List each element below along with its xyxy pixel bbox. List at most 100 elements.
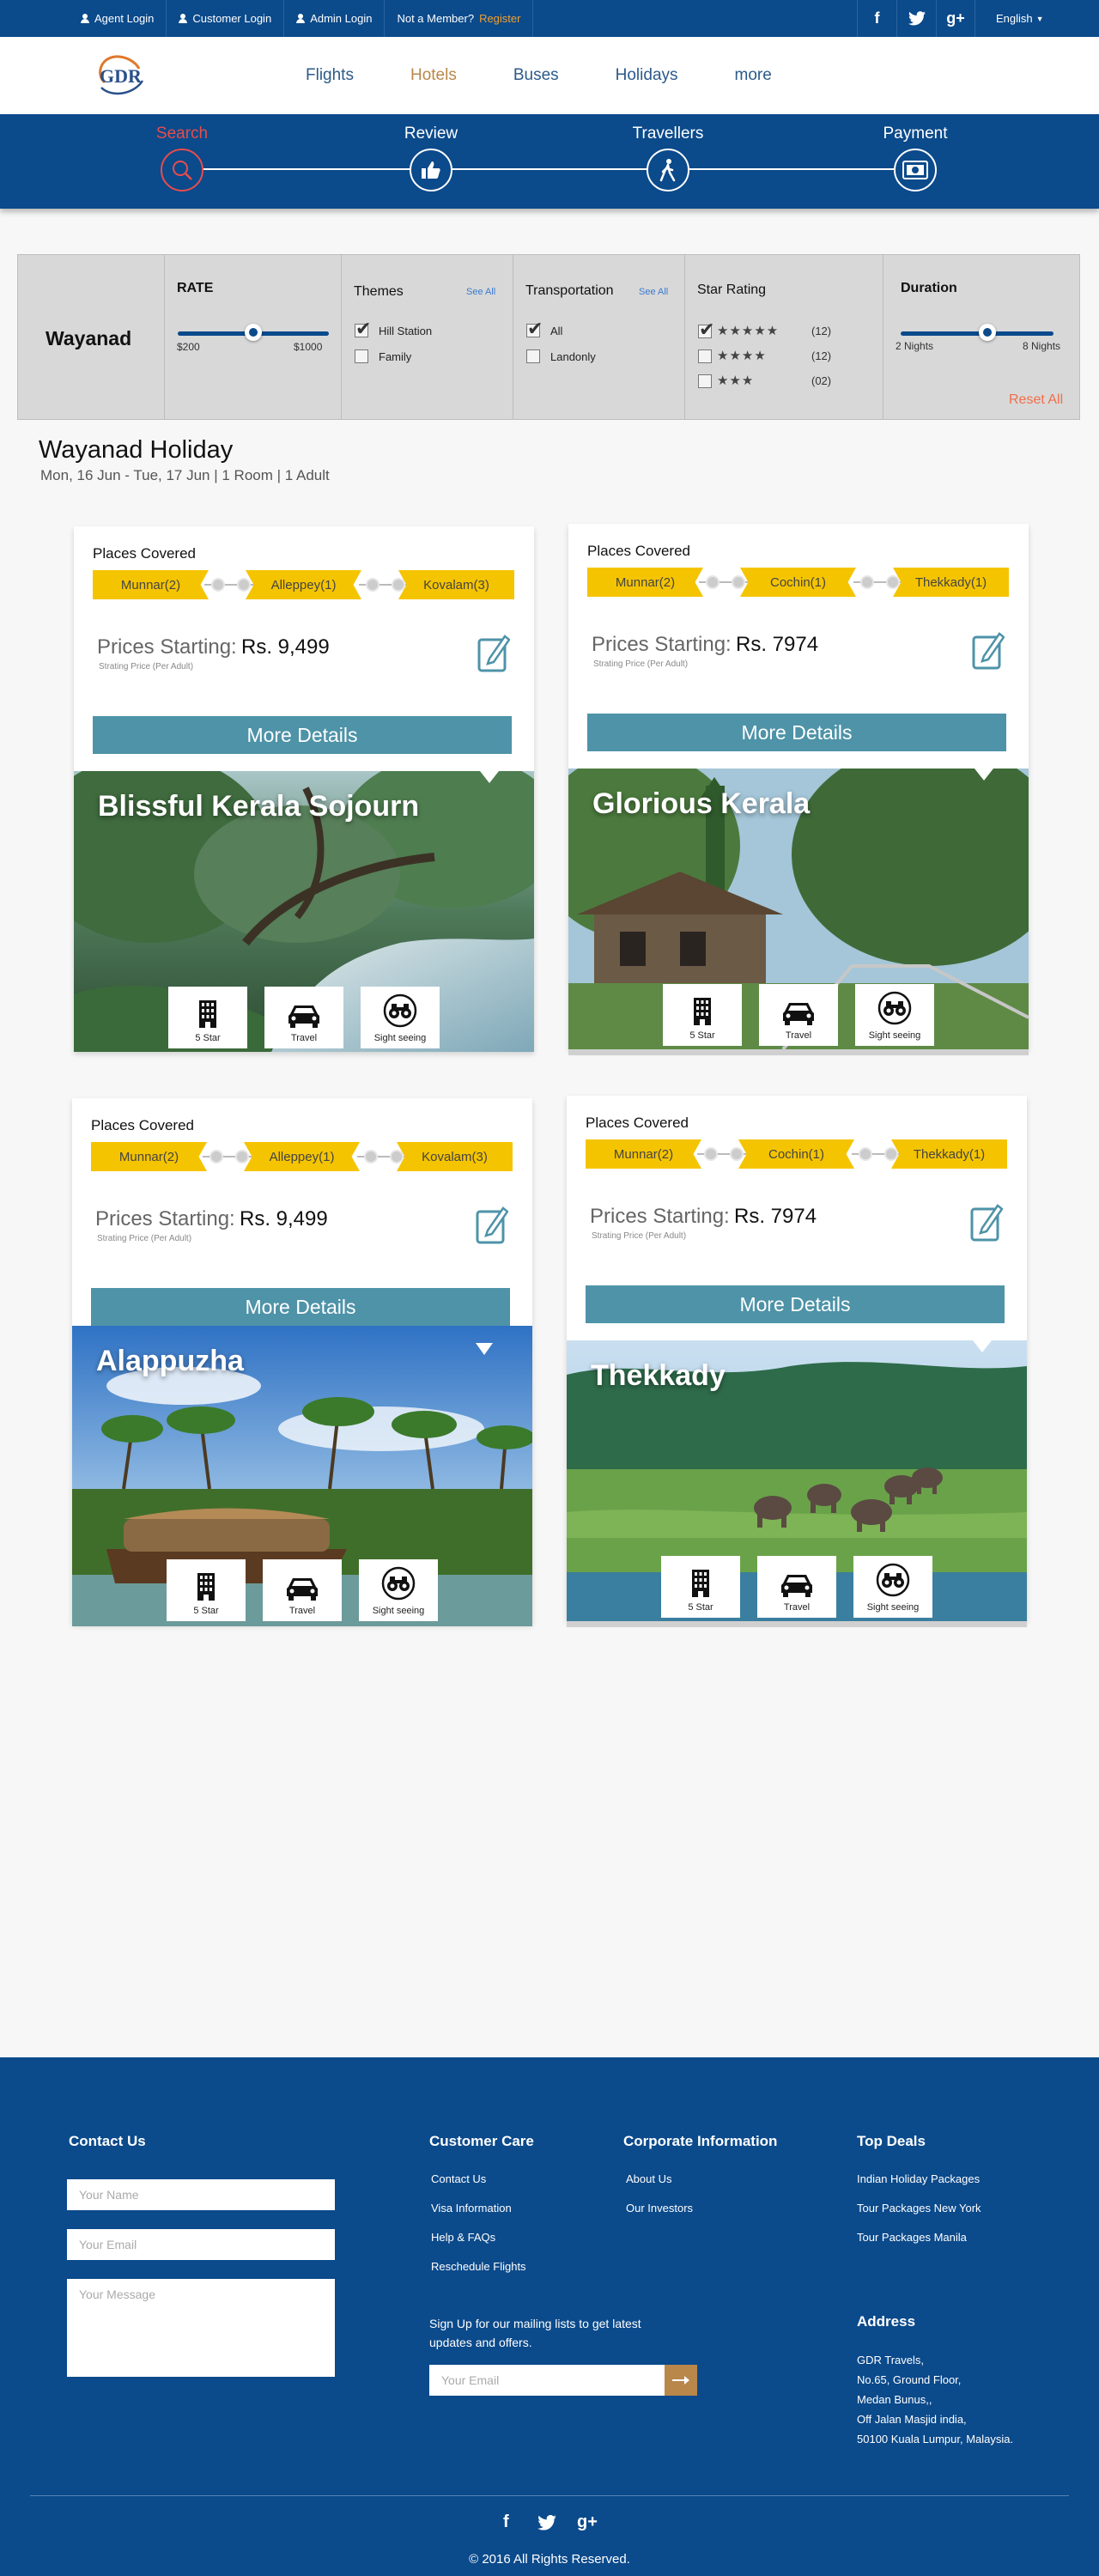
package-photo[interactable]: Blissful Kerala Sojourn 5 Star Travel Si… — [74, 771, 534, 1052]
themes-see-all-link[interactable]: See All — [466, 287, 495, 297]
price-note: Strating Price (Per Adult) — [592, 1231, 687, 1241]
page-title: Wayanad Holiday — [39, 436, 234, 464]
facebook-icon[interactable]: f — [857, 0, 896, 37]
theme-family-checkbox[interactable] — [355, 349, 368, 363]
login-links: Agent Login Customer Login Admin Login N… — [69, 0, 534, 37]
building-icon — [199, 1000, 216, 1028]
more-details-button[interactable]: More Details — [587, 714, 1006, 751]
nav-buses[interactable]: Buses — [513, 37, 559, 114]
star-5-checkbox[interactable] — [698, 319, 714, 341]
route-dot — [392, 578, 405, 592]
address-line: Off Jalan Masjid india, — [857, 2413, 967, 2426]
register-link[interactable]: Register — [479, 12, 520, 25]
gdr-logo[interactable]: GDR — [93, 50, 149, 100]
place-tag: Cochin(1) — [740, 568, 856, 597]
feature-travel: Travel — [759, 984, 838, 1046]
package-price: Rs. 7974 — [736, 633, 819, 656]
more-details-button[interactable]: More Details — [586, 1285, 1005, 1323]
feature-label: Sight seeing — [868, 1030, 921, 1041]
agent-login-link[interactable]: Agent Login — [69, 0, 167, 37]
filter-transportation: Transportation See All All Landonly — [513, 255, 685, 419]
more-details-button[interactable]: More Details — [91, 1288, 510, 1326]
edit-icon[interactable] — [476, 1205, 509, 1244]
rate-slider-handle[interactable] — [245, 324, 262, 341]
filter-location: Wayanad — [18, 255, 165, 419]
duration-slider-track[interactable] — [901, 331, 1053, 336]
footer-divider — [30, 2495, 1069, 2496]
nav-hotels[interactable]: Hotels — [410, 37, 457, 114]
place-tag: Thekkady(1) — [891, 1139, 1007, 1169]
place-tag: Cochin(1) — [738, 1139, 854, 1169]
step-search[interactable]: Search — [131, 125, 234, 191]
step-travellers[interactable]: Travellers — [616, 125, 720, 191]
reset-all-link[interactable]: Reset All — [1009, 392, 1063, 408]
language-select[interactable]: English ▼ — [996, 0, 1044, 37]
route-tags: Munnar(2) Cochin(1) Thekkady(1) — [587, 568, 1009, 597]
package-photo[interactable]: Alappuzha 5 Star Travel Sight seeing — [72, 1326, 532, 1626]
walking-person-icon — [647, 149, 689, 191]
filter-panel: Wayanad RATE $200 $1000 Themes See All H… — [17, 254, 1080, 420]
address-line: No.65, Ground Floor, — [857, 2373, 962, 2386]
admin-login-link[interactable]: Admin Login — [284, 0, 386, 37]
footer-link[interactable]: About Us — [626, 2172, 671, 2185]
duration-slider-handle[interactable] — [979, 324, 997, 341]
step-review[interactable]: Review — [379, 125, 483, 191]
edit-icon[interactable] — [970, 1202, 1004, 1242]
route-dot — [859, 1147, 872, 1161]
twitter-icon[interactable] — [537, 2514, 556, 2536]
contact-name-input[interactable]: Your Name — [67, 2179, 335, 2210]
google-plus-icon[interactable]: g+ — [577, 2512, 598, 2532]
route-dot — [390, 1150, 404, 1163]
footer-link[interactable]: Reschedule Flights — [431, 2260, 526, 2273]
feature-hotel: 5 Star — [167, 1559, 246, 1621]
footer-link[interactable]: Visa Information — [431, 2202, 512, 2215]
edit-icon[interactable] — [477, 633, 511, 672]
prices-starting-label: Prices Starting: — [97, 635, 237, 659]
contact-email-input[interactable]: Your Email — [67, 2229, 335, 2260]
customer-login-link[interactable]: Customer Login — [167, 0, 285, 37]
package-photo[interactable]: Glorious Kerala 5 Star Travel Sight seei… — [568, 769, 1029, 1049]
feature-label: 5 Star — [688, 1602, 713, 1613]
nav-more[interactable]: more — [735, 37, 772, 114]
prices-starting-label: Prices Starting: — [590, 1205, 730, 1228]
feature-sightseeing: Sight seeing — [361, 987, 440, 1048]
address-line: GDR Travels, — [857, 2354, 925, 2366]
price-note: Strating Price (Per Adult) — [593, 659, 689, 669]
transport-all-checkbox[interactable] — [526, 318, 543, 340]
edit-icon[interactable] — [972, 630, 1005, 670]
star-4-checkbox[interactable] — [698, 349, 712, 363]
filter-themes: Themes See All Hill Station Family — [342, 255, 513, 419]
step-payment[interactable]: Payment — [864, 125, 967, 191]
footer-link[interactable]: Our Investors — [626, 2202, 693, 2215]
card-shadow-bar — [568, 1049, 1029, 1055]
package-photo[interactable]: Thekkady 5 Star Travel Sight seeing — [567, 1340, 1027, 1621]
feature-sightseeing: Sight seeing — [853, 1556, 932, 1618]
newsletter-submit-button[interactable] — [665, 2365, 697, 2396]
footer-link[interactable]: Tour Packages New York — [857, 2202, 981, 2215]
twitter-icon[interactable] — [896, 0, 936, 37]
footer-link[interactable]: Help & FAQs — [431, 2231, 495, 2244]
route-dot — [237, 578, 251, 592]
contact-message-input[interactable]: Your Message — [67, 2279, 335, 2377]
footer-link[interactable]: Tour Packages Manila — [857, 2231, 967, 2244]
nav-holidays[interactable]: Holidays — [616, 37, 678, 114]
transport-see-all-link[interactable]: See All — [639, 287, 668, 297]
footer-link[interactable]: Contact Us — [431, 2172, 486, 2185]
car-icon — [783, 1003, 814, 1025]
star-3-checkbox[interactable] — [698, 374, 712, 388]
facebook-icon[interactable]: f — [503, 2512, 509, 2532]
footer-link[interactable]: Indian Holiday Packages — [857, 2172, 980, 2185]
top-social: f g+ — [857, 0, 975, 37]
google-plus-icon[interactable]: g+ — [936, 0, 975, 37]
transport-landonly-checkbox[interactable] — [526, 349, 540, 363]
nav-flights[interactable]: Flights — [306, 37, 354, 114]
more-details-button[interactable]: More Details — [93, 716, 512, 754]
address-line: Medan Bunus,, — [857, 2393, 932, 2406]
building-icon — [692, 1570, 709, 1597]
newsletter-email-input[interactable]: Your Email — [429, 2365, 665, 2396]
footer-address-title: Address — [857, 2313, 916, 2330]
footer-deals-title: Top Deals — [857, 2133, 926, 2149]
dropdown-arrow-icon[interactable] — [476, 1343, 493, 1355]
theme-hill-station-checkbox[interactable] — [355, 318, 371, 340]
places-covered-label: Places Covered — [91, 1117, 195, 1133]
